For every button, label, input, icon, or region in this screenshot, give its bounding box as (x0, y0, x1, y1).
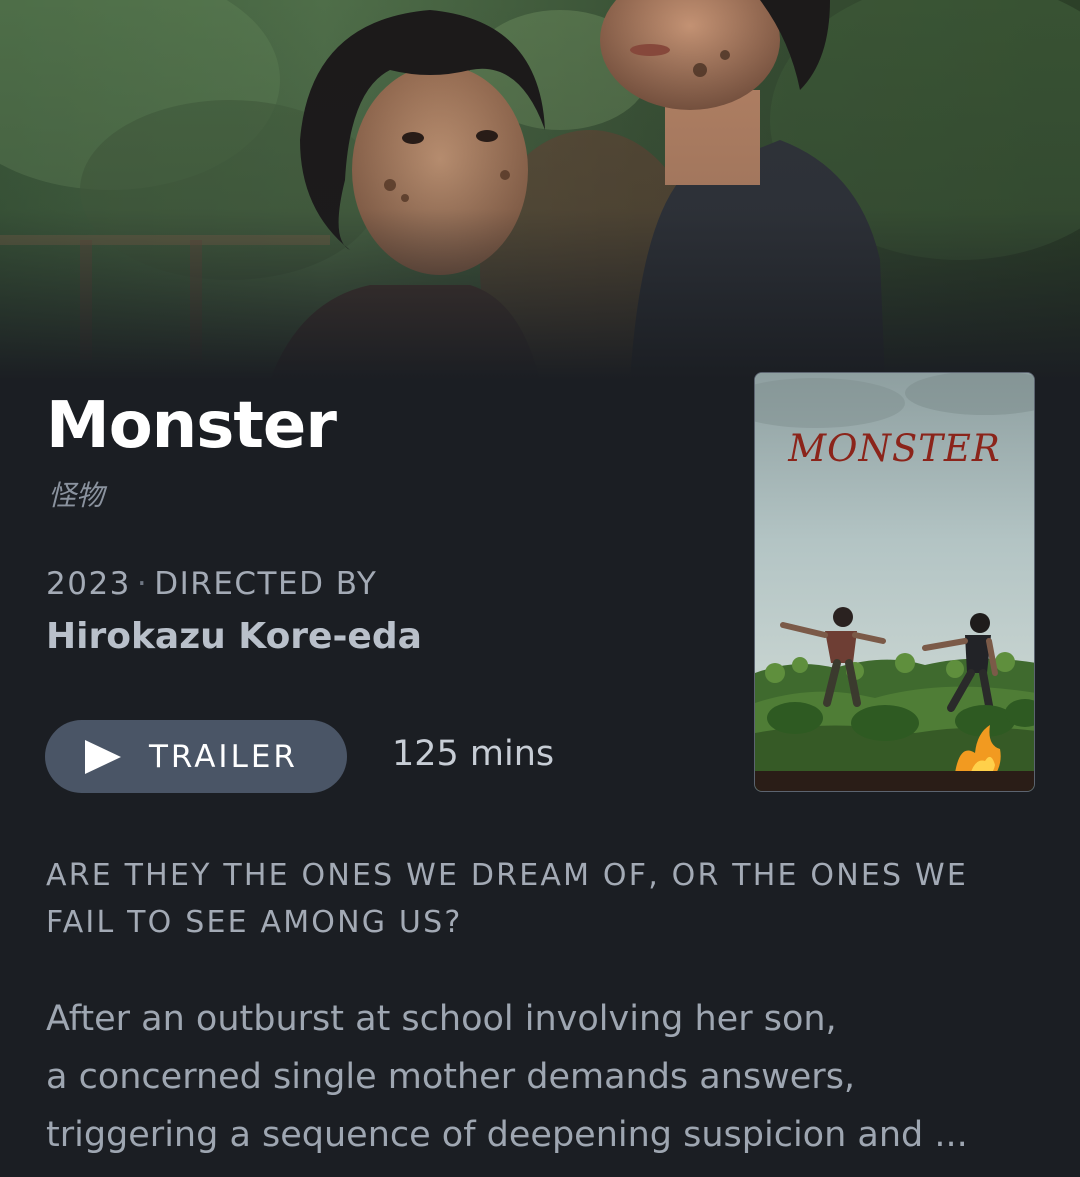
overview-line: a concerned single mother demands answer… (46, 1057, 856, 1097)
overview-line: triggering a sequence of deepening suspi… (46, 1115, 968, 1155)
film-title: Monster (46, 389, 337, 463)
trailer-button[interactable]: TRAILER (45, 720, 347, 793)
release-director-line: 2023 · DIRECTED BY (46, 566, 377, 602)
runtime: 125 mins (392, 734, 555, 774)
director-name[interactable]: Hirokazu Kore-eda (46, 616, 422, 657)
directed-by-label: DIRECTED BY (154, 566, 378, 602)
trailer-label: TRAILER (149, 738, 298, 775)
overview[interactable]: After an outburst at school involving he… (46, 990, 1046, 1164)
meta-separator: · (136, 566, 149, 602)
poster-title-text: MONSTER (788, 427, 1001, 470)
backdrop-image (0, 0, 1080, 380)
release-year[interactable]: 2023 (46, 566, 131, 602)
play-icon (85, 739, 121, 774)
original-title: 怪物 (48, 479, 105, 512)
film-poster[interactable]: MONSTER (754, 372, 1035, 792)
overview-line: After an outburst at school involving he… (46, 999, 837, 1039)
tagline: ARE THEY THE ONES WE DREAM OF, OR THE ON… (46, 858, 969, 940)
